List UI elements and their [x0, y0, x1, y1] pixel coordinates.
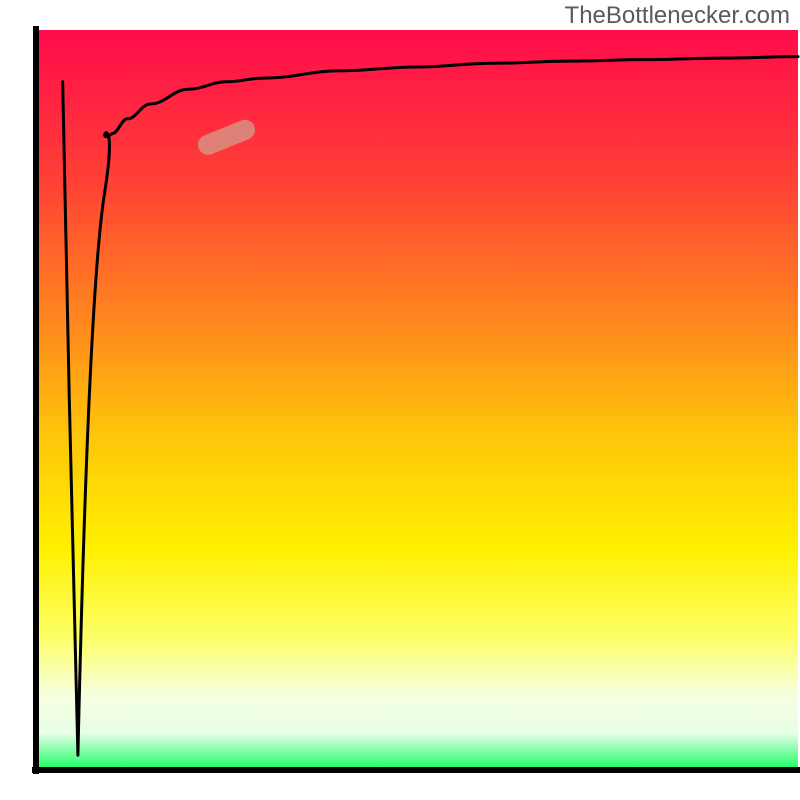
- watermark-text: TheBottlenecker.com: [565, 2, 790, 30]
- bottleneck-chart: [0, 0, 800, 800]
- chart-container: TheBottlenecker.com: [0, 0, 800, 800]
- gradient-background: [36, 30, 798, 770]
